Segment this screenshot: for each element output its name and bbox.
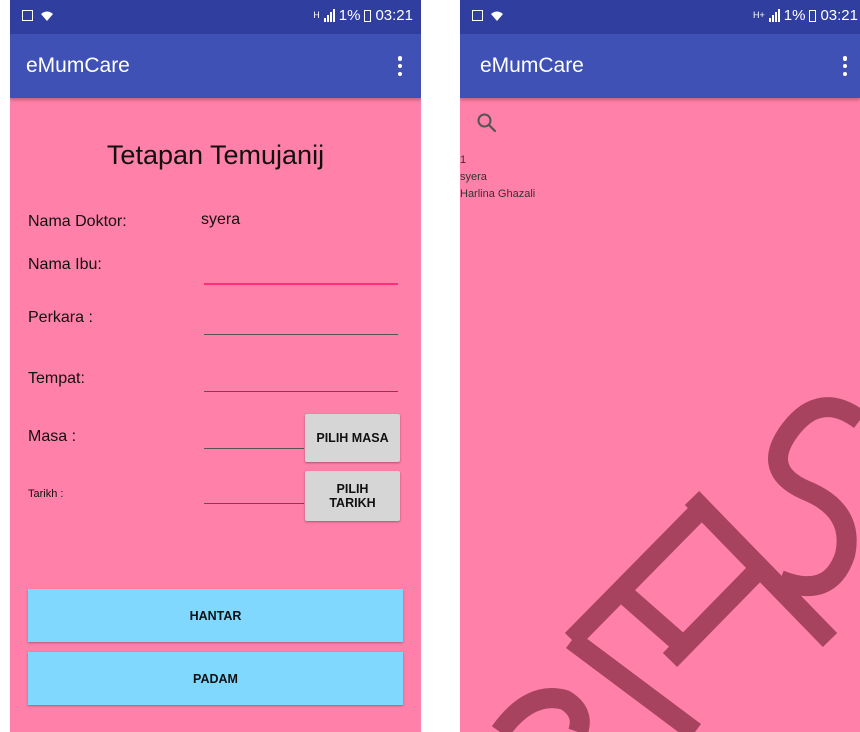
clock: 03:21 [375,7,413,24]
notification-icon [22,10,33,21]
date-field[interactable] [204,503,304,504]
overflow-menu-icon[interactable] [397,56,403,76]
doctor-label: Nama Doktor: [28,213,127,230]
left-phone-screen: H 1% 03:21 eMumCare Tetapan Temujanij Na… [10,0,421,732]
time-field[interactable] [204,448,304,449]
watermark-logo [491,397,860,732]
mother-name-input[interactable] [204,283,398,285]
status-bar: H 1% 03:21 [10,0,421,34]
doctor-value: syera [201,211,241,228]
signal-icon [323,9,335,22]
form-title: Tetapan Temujanij [106,140,325,170]
place-input[interactable] [204,391,398,392]
app-bar: eMumCare [10,34,421,98]
submit-button[interactable]: HANTAR [28,589,403,642]
mother-label: Nama Ibu: [28,256,102,273]
pick-date-button[interactable]: PILIH TARIKH [305,471,400,521]
date-label: Tarikh : [28,488,64,500]
delete-button[interactable]: PADAM [28,652,403,705]
case-input[interactable] [204,334,398,335]
pick-time-button[interactable]: PILIH MASA [305,414,400,462]
app-title: eMumCare [26,54,130,77]
battery-percent: 1% [338,7,361,24]
time-label: Masa : [28,428,77,445]
network-type-icon: H [313,10,320,20]
battery-icon [364,9,372,22]
right-phone-screen: H+ 1% 03:21 eMumCare 1 syera Harlina Gha… [460,0,860,732]
place-label: Tempat: [28,370,85,387]
case-label: Perkara : [28,309,93,326]
wifi-icon [41,10,53,22]
